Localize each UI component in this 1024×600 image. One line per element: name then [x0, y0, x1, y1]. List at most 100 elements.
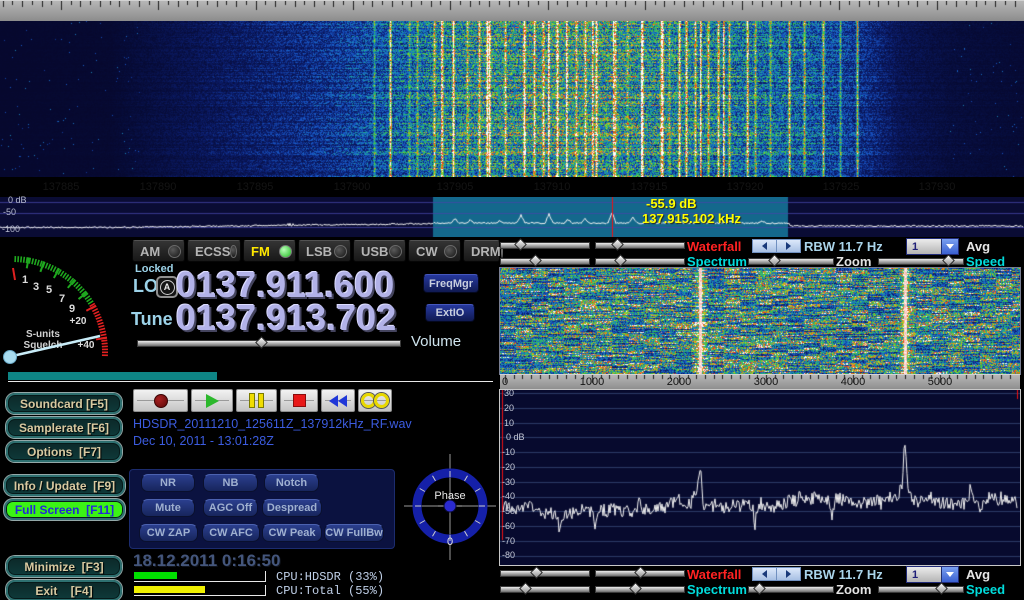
spectrum-contrast-slider[interactable] — [595, 258, 685, 265]
scroll-left-button[interactable] — [753, 568, 777, 580]
tune-frequency-display[interactable]: 0137.913.702 — [176, 303, 396, 333]
volume-slider[interactable] — [137, 340, 401, 347]
s-meter[interactable]: 1 3 5 7 9 +20 +40 S-units Squelch — [0, 240, 128, 370]
dropdown-button[interactable] — [941, 239, 958, 254]
cw-peak-button[interactable]: CW Peak — [262, 524, 322, 542]
audio-spectrum-display[interactable] — [500, 390, 1020, 565]
waterfall-scrollbar-2[interactable] — [752, 567, 801, 581]
main-frequency-scale[interactable] — [0, 0, 1024, 21]
zoom-slider-knob[interactable] — [753, 582, 766, 595]
freq-tick-label: 137920 — [727, 181, 764, 193]
slider-knob[interactable] — [529, 254, 542, 267]
waterfall-brightness-slider-2[interactable] — [500, 570, 590, 577]
play-button[interactable] — [191, 389, 233, 412]
extio-button[interactable]: ExtIO — [425, 304, 475, 322]
mode-button-usb[interactable]: USB — [353, 240, 406, 262]
soundcard-button[interactable]: Soundcard [F5] — [6, 393, 122, 414]
left-arrow-icon — [762, 242, 767, 250]
db-tick-label: -20 — [502, 462, 515, 472]
cpu-total-bar — [134, 585, 266, 596]
slider-knob[interactable] — [629, 582, 642, 595]
slider-knob[interactable] — [611, 238, 624, 251]
waterfall-brightness-slider[interactable] — [500, 242, 590, 249]
cw-fullbw-button[interactable]: CW FullBw — [324, 524, 384, 542]
db-axis-label: 0 dB — [8, 195, 27, 205]
right-arrow-icon — [786, 242, 791, 250]
stop-button[interactable] — [280, 389, 318, 412]
mode-button-ecss[interactable]: ECSS — [187, 240, 241, 262]
db-axis-label: -100 — [2, 224, 20, 234]
mode-button-lsb[interactable]: LSB — [298, 240, 351, 262]
freq-tick-label: 137885 — [43, 181, 80, 193]
minimize-button[interactable]: Minimize [F3] — [6, 556, 122, 577]
slider-knob[interactable] — [634, 566, 647, 579]
zoom-slider[interactable] — [748, 258, 834, 265]
tune-label: Tune — [131, 309, 173, 330]
freq-tick-label: 137890 — [140, 181, 177, 193]
options-button[interactable]: Options [F7] — [6, 441, 122, 462]
waterfall-contrast-slider-2[interactable] — [595, 570, 685, 577]
slider-knob[interactable] — [614, 254, 627, 267]
pause-button[interactable] — [236, 389, 277, 412]
cw-zap-button[interactable]: CW ZAP — [139, 524, 198, 542]
audio-waterfall-display[interactable] — [500, 268, 1020, 374]
freq-tick-label: 137925 — [823, 181, 860, 193]
speed-slider-knob[interactable] — [935, 582, 948, 595]
main-waterfall-display[interactable] — [0, 0, 1024, 177]
loop-button[interactable] — [358, 389, 392, 412]
spectrum-brightness-slider[interactable] — [500, 258, 590, 265]
mode-label: USB — [361, 244, 388, 259]
speed-slider[interactable] — [878, 258, 964, 265]
mode-button-drm[interactable]: DRM — [463, 240, 500, 262]
nb-button[interactable]: NB — [203, 474, 258, 492]
avg-select[interactable]: 1 — [906, 238, 959, 255]
mode-button-cw[interactable]: CW — [408, 240, 461, 262]
mode-button-fm[interactable]: FM — [243, 240, 296, 262]
slider-knob[interactable] — [530, 566, 543, 579]
recording-date: Dec 10, 2011 - 13:01:28Z — [133, 434, 274, 448]
pause-icon — [258, 393, 264, 408]
speed-slider-knob[interactable] — [942, 254, 955, 267]
rewind-button[interactable] — [321, 389, 355, 412]
main-spectrum-display[interactable] — [0, 197, 1024, 237]
record-button[interactable] — [133, 389, 188, 412]
meter-rest-mark — [13, 268, 15, 280]
volume-label: Volume — [411, 333, 461, 350]
scroll-right-button[interactable] — [777, 568, 800, 580]
mute-button[interactable]: Mute — [141, 499, 195, 517]
audio-tick-label: 5000 — [928, 376, 952, 388]
spectrum-contrast-slider-2[interactable] — [595, 586, 685, 593]
freqmgr-button[interactable]: FreqMgr — [423, 274, 479, 293]
scroll-right-button[interactable] — [777, 240, 800, 252]
fullscreen-button[interactable]: Full Screen [F11] — [4, 499, 125, 520]
waterfall-contrast-slider[interactable] — [595, 242, 685, 249]
cursor-db-readout: -55.9 dB — [646, 196, 697, 211]
despread-button[interactable]: Despread — [262, 499, 322, 517]
spectrum-brightness-slider-2[interactable] — [500, 586, 590, 593]
s-units-label: S-units — [26, 329, 60, 340]
lo-mode-button[interactable]: A — [156, 276, 178, 298]
zoom-slider-knob[interactable] — [768, 254, 781, 267]
speed-slider-2[interactable] — [878, 586, 964, 593]
volume-slider-knob[interactable] — [255, 336, 268, 349]
slider-knob[interactable] — [519, 582, 532, 595]
notch-button[interactable]: Notch — [264, 474, 319, 492]
cw-afc-button[interactable]: CW AFC — [202, 524, 260, 542]
mode-button-am[interactable]: AM — [132, 240, 185, 262]
agc-button[interactable]: AGC Off — [203, 499, 258, 517]
waterfall-scrollbar[interactable] — [752, 239, 801, 253]
info-update-button[interactable]: Info / Update [F9] — [4, 475, 125, 496]
slider-knob[interactable] — [514, 238, 527, 251]
dropdown-button[interactable] — [941, 567, 958, 582]
db-tick-label: -30 — [502, 477, 515, 487]
nr-button[interactable]: NR — [141, 474, 195, 492]
frequency-scale-ticks — [0, 1, 1024, 21]
exit-button[interactable]: Exit [F4] — [6, 580, 122, 600]
samplerate-button[interactable]: Samplerate [F6] — [6, 417, 122, 438]
avg-select-2[interactable]: 1 — [906, 566, 959, 583]
lo-frequency-display[interactable]: 0137.911.600 — [176, 270, 394, 300]
scroll-left-button[interactable] — [753, 240, 777, 252]
meter-needle-hub — [4, 351, 17, 364]
squelch-level-bar[interactable] — [8, 372, 217, 380]
zoom-slider-2[interactable] — [748, 586, 834, 593]
